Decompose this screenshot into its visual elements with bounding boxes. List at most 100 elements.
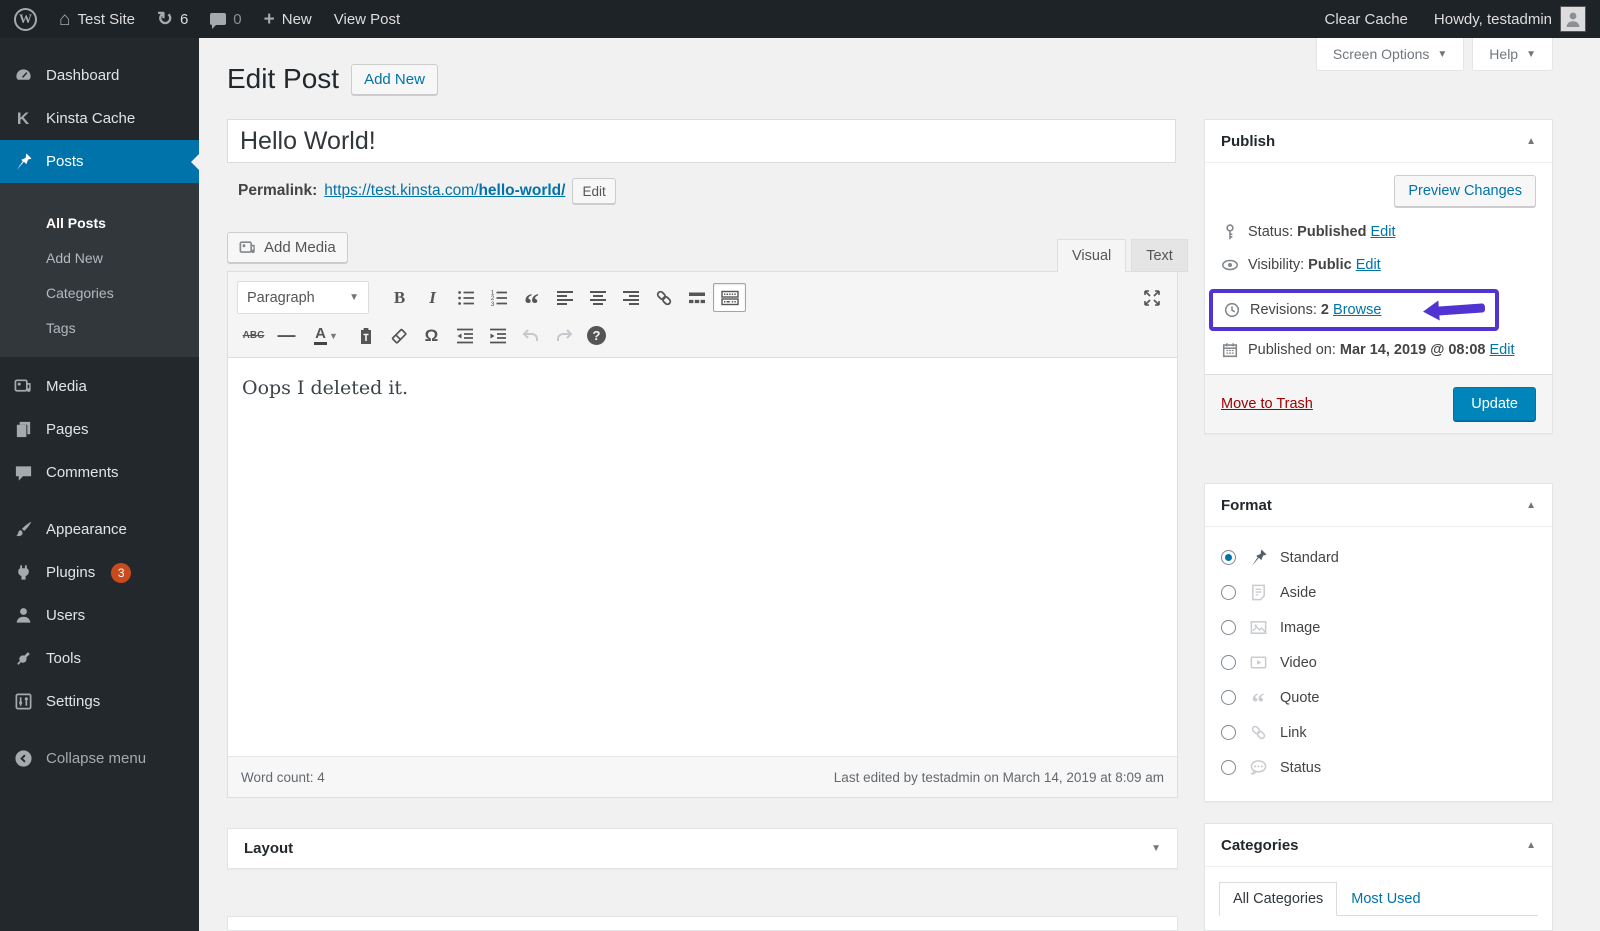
publish-header[interactable]: Publish ▲ [1205, 120, 1552, 163]
chevron-up-icon[interactable]: ▲ [1526, 500, 1536, 511]
chevron-up-icon[interactable]: ▲ [1526, 840, 1536, 851]
add-new-button[interactable]: Add New [351, 63, 438, 95]
format-option-standard[interactable]: Standard [1221, 540, 1536, 575]
clear-cache-link[interactable]: Clear Cache [1325, 11, 1408, 28]
categories-header[interactable]: Categories ▲ [1205, 824, 1552, 867]
radio-standard[interactable] [1221, 550, 1236, 565]
tab-text[interactable]: Text [1131, 239, 1188, 272]
edit-visibility-link[interactable]: Edit [1356, 257, 1381, 273]
radio-status[interactable] [1221, 760, 1236, 775]
tab-all-categories[interactable]: All Categories [1219, 882, 1338, 916]
bulleted-list-button[interactable] [449, 283, 482, 312]
redo-button[interactable] [547, 321, 580, 350]
sidebar-item-pages[interactable]: Pages [0, 408, 199, 451]
bold-button[interactable]: B [383, 283, 416, 312]
radio-video[interactable] [1221, 655, 1236, 670]
indent-button[interactable] [481, 321, 514, 350]
account-menu[interactable]: Howdy, testadmin [1434, 11, 1552, 28]
sidebar-item-comments[interactable]: Comments [0, 451, 199, 494]
editor-content-area[interactable]: Oops I deleted it. [228, 358, 1177, 755]
layout-metabox-header[interactable]: Layout ▼ [228, 829, 1177, 868]
sidebar-item-posts[interactable]: Posts [0, 140, 199, 183]
site-name-link[interactable]: ⌂ Test Site [59, 10, 135, 29]
blockquote-button[interactable]: “ [515, 283, 548, 319]
format-option-quote[interactable]: “ Quote [1221, 680, 1536, 716]
view-post-link[interactable]: View Post [334, 11, 400, 28]
format-option-link[interactable]: Link [1221, 715, 1536, 750]
format-header[interactable]: Format ▲ [1205, 484, 1552, 527]
radio-link[interactable] [1221, 725, 1236, 740]
submenu-all-posts[interactable]: All Posts [0, 205, 199, 240]
preview-changes-button[interactable]: Preview Changes [1394, 175, 1536, 207]
updates-link[interactable]: ↻ 6 [157, 10, 188, 29]
move-to-trash-link[interactable]: Move to Trash [1221, 396, 1313, 412]
numbered-list-button[interactable]: 123 [482, 283, 515, 312]
permalink-link[interactable]: https://test.kinsta.com/hello-world/ [324, 182, 565, 200]
align-right-button[interactable] [614, 283, 647, 312]
strikethrough-button[interactable]: ABC [237, 321, 270, 350]
tab-most-used[interactable]: Most Used [1337, 883, 1434, 915]
menu-separator [0, 723, 199, 737]
format-option-video[interactable]: Video [1221, 645, 1536, 680]
italic-button[interactable]: I [416, 283, 449, 312]
format-label: Video [1280, 654, 1317, 671]
special-character-button[interactable]: Ω [415, 321, 448, 350]
admin-bar: W ⌂ Test Site ↻ 6 0 + New View Post Clea… [0, 0, 1600, 38]
radio-image[interactable] [1221, 620, 1236, 635]
horizontal-rule-button[interactable]: — [270, 321, 303, 350]
format-option-status[interactable]: Status [1221, 750, 1536, 785]
text-color-button[interactable]: A ▼ [303, 321, 349, 350]
edit-status-link[interactable]: Edit [1371, 224, 1396, 240]
read-more-button[interactable] [680, 283, 713, 312]
clear-formatting-button[interactable] [382, 321, 415, 350]
collapse-menu-button[interactable]: Collapse menu [0, 737, 199, 780]
sidebar-item-label: Users [46, 607, 86, 624]
update-button[interactable]: Update [1453, 387, 1536, 421]
chevron-down-icon[interactable]: ▼ [1151, 843, 1161, 854]
screen-options-button[interactable]: Screen Options ▼ [1315, 38, 1465, 71]
sidebar-item-settings[interactable]: Settings [0, 680, 199, 723]
sidebar-item-plugins[interactable]: Plugins 3 [0, 551, 199, 594]
browse-revisions-link[interactable]: Browse [1333, 302, 1381, 318]
sidebar-item-tools[interactable]: Tools [0, 637, 199, 680]
avatar[interactable] [1560, 6, 1586, 32]
submenu-categories[interactable]: Categories [0, 275, 199, 310]
status-value: Published [1297, 224, 1367, 240]
post-title-input[interactable] [227, 119, 1176, 163]
outdent-button[interactable] [448, 321, 481, 350]
submenu-tags[interactable]: Tags [0, 310, 199, 345]
sidebar-item-media[interactable]: Media [0, 365, 199, 408]
undo-button[interactable] [514, 321, 547, 350]
paste-as-text-button[interactable] [349, 321, 382, 350]
edit-permalink-button[interactable]: Edit [572, 178, 616, 204]
comments-link[interactable]: 0 [210, 11, 242, 29]
paragraph-format-select[interactable]: Paragraph ▼ [237, 281, 369, 314]
sidebar-item-label: Pages [46, 421, 89, 438]
align-left-button[interactable] [548, 283, 581, 312]
help-icon: ? [587, 326, 606, 345]
help-button[interactable]: Help ▼ [1472, 38, 1553, 71]
sidebar-item-users[interactable]: Users [0, 594, 199, 637]
add-media-button[interactable]: Add Media [227, 232, 348, 263]
insert-link-button[interactable] [647, 283, 680, 312]
sidebar-item-kinsta-cache[interactable]: K Kinsta Cache [0, 97, 199, 140]
paragraph-label: Paragraph [247, 289, 315, 306]
keyboard-shortcuts-button[interactable]: ? [580, 321, 613, 350]
redo-icon [556, 328, 572, 341]
toolbar-toggle-button[interactable] [713, 283, 746, 312]
sidebar-item-appearance[interactable]: Appearance [0, 508, 199, 551]
format-option-aside[interactable]: Aside [1221, 575, 1536, 610]
edit-date-link[interactable]: Edit [1489, 342, 1514, 358]
submenu-add-new[interactable]: Add New [0, 240, 199, 275]
tab-visual[interactable]: Visual [1057, 239, 1127, 272]
radio-quote[interactable] [1221, 690, 1236, 705]
chevron-up-icon[interactable]: ▲ [1526, 136, 1536, 147]
published-on-label: Published on: [1248, 342, 1336, 358]
new-content-menu[interactable]: + New [264, 10, 312, 29]
fullscreen-button[interactable] [1135, 283, 1168, 312]
sidebar-item-dashboard[interactable]: Dashboard [0, 54, 199, 97]
wordpress-logo-menu[interactable]: W [14, 7, 37, 31]
radio-aside[interactable] [1221, 585, 1236, 600]
align-center-button[interactable] [581, 283, 614, 312]
format-option-image[interactable]: Image [1221, 610, 1536, 645]
